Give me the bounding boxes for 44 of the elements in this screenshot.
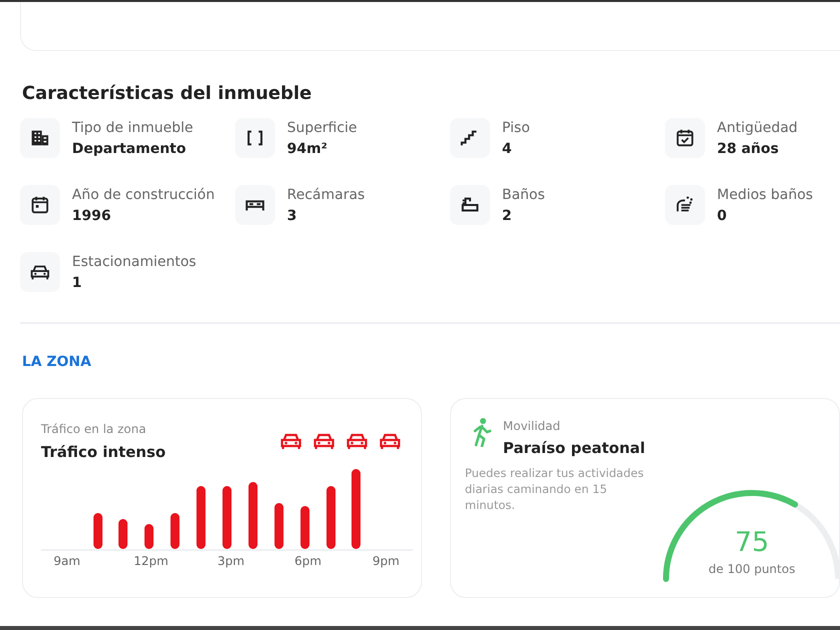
feature-value: 1996 xyxy=(72,207,112,226)
feature-label: Superficie xyxy=(287,119,358,138)
axis-label: 12pm xyxy=(134,554,168,568)
chart-bar xyxy=(222,486,232,549)
chart-bar xyxy=(196,486,206,549)
feature-label: Estacionamientos xyxy=(72,253,196,272)
score-caption: de 100 puntos xyxy=(708,562,796,576)
feature-label: Medios baños xyxy=(717,186,813,205)
chart-bar xyxy=(170,513,180,549)
calendar-check-icon xyxy=(674,127,696,149)
chart-bar xyxy=(118,519,128,549)
feature-value: 28 años xyxy=(717,140,780,159)
feature-label: Recámaras xyxy=(287,186,365,205)
card-description: Puedes realizar tus actividades diarias caminando en 15 minutos. xyxy=(464,465,645,513)
card-title: Paraíso peatonal xyxy=(502,439,646,457)
feature-label: Año de construcción xyxy=(72,186,215,205)
score-value: 75 xyxy=(734,527,770,558)
feature-value: 0 xyxy=(717,207,728,226)
chart-bar xyxy=(248,482,258,549)
card-caption: Tráfico en la zona xyxy=(41,422,146,436)
chart-bar xyxy=(94,513,102,549)
card-title: Tráfico intenso xyxy=(41,443,166,461)
axis-label: 9am xyxy=(54,554,80,568)
axis-label: 6pm xyxy=(294,554,322,568)
feature-label: Tipo de inmueble xyxy=(72,119,194,138)
card-caption: Movilidad xyxy=(502,419,560,433)
chart-bar xyxy=(300,506,310,549)
feature-value: 3 xyxy=(287,207,298,226)
chart-bar xyxy=(326,486,336,549)
feature-value: 2 xyxy=(502,207,513,226)
feature-value: 1 xyxy=(72,274,83,293)
feature-label: Antigüedad xyxy=(717,119,798,138)
feature-value: 4 xyxy=(502,140,513,159)
chart-bar xyxy=(144,524,154,549)
feature-value: Departamento xyxy=(72,140,187,159)
chart-bar xyxy=(274,503,284,549)
feature-label: Piso xyxy=(502,119,530,138)
feature-label: Baños xyxy=(502,186,545,205)
feature-value: 94m² xyxy=(287,140,328,159)
axis-label: 3pm xyxy=(218,554,244,568)
calendar-icon xyxy=(29,194,51,216)
section-title: Características del inmueble xyxy=(22,83,313,104)
axis-label: 9pm xyxy=(372,554,400,568)
section-title: LA ZONA xyxy=(22,354,92,370)
